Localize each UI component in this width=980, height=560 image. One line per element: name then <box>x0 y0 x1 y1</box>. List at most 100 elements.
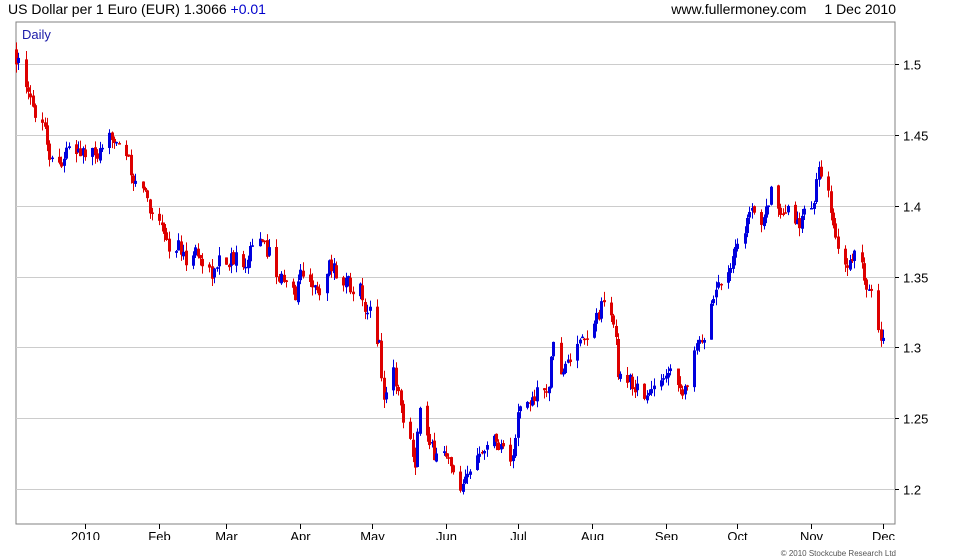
candle-down <box>199 255 202 259</box>
candle-down <box>149 199 152 214</box>
candle-down <box>631 376 634 390</box>
candle-down <box>41 119 44 123</box>
candle-up <box>280 273 283 284</box>
candle-down <box>225 257 228 265</box>
candle-up <box>729 267 732 273</box>
candle-up <box>593 323 596 338</box>
candle-up <box>715 289 718 298</box>
candle-down <box>820 166 823 177</box>
candle-down <box>830 191 833 213</box>
candle-down <box>877 290 880 331</box>
candle-down <box>335 265 338 279</box>
candle-up <box>392 367 395 391</box>
candle-down <box>318 288 321 296</box>
candle-up <box>483 450 486 454</box>
candle-up <box>600 301 603 319</box>
candle-down <box>560 342 563 375</box>
candle-down <box>863 263 866 281</box>
candle-up <box>552 341 555 357</box>
candle-down <box>29 93 32 98</box>
candle-down <box>412 439 415 457</box>
x-tick-label: Oct <box>727 529 748 540</box>
candle-down <box>111 132 114 141</box>
candle-up <box>182 251 185 257</box>
candle-up <box>268 247 271 256</box>
candle-up <box>853 250 856 261</box>
candle-up <box>297 281 300 303</box>
candle-up <box>108 132 111 148</box>
candle-down <box>777 185 780 209</box>
candle-down <box>586 338 589 340</box>
candle-up <box>519 406 522 412</box>
candle-down <box>376 306 379 345</box>
candle-up <box>717 282 720 288</box>
candle-up <box>564 363 567 374</box>
candle-down <box>626 374 629 383</box>
candle-up <box>579 339 582 344</box>
candle-up <box>882 337 885 342</box>
x-tick-label: Mar <box>215 529 238 540</box>
candle-up <box>710 303 713 340</box>
candle-down <box>27 87 30 92</box>
x-tick-label: Apr <box>290 529 311 540</box>
candle-down <box>569 359 572 363</box>
candle-up <box>366 312 369 315</box>
candle-down <box>643 383 646 399</box>
candle-down <box>428 433 431 446</box>
candle-up <box>801 215 804 229</box>
candle-up <box>813 203 816 209</box>
candle-up <box>249 246 252 262</box>
candle-down <box>798 218 801 229</box>
candle-down <box>760 212 763 225</box>
candle-up <box>767 205 770 208</box>
candle-down <box>130 154 133 176</box>
candle-up <box>849 260 852 270</box>
candle-up <box>65 147 68 159</box>
candle-up <box>299 269 302 281</box>
candle-down <box>545 391 548 393</box>
candle-up <box>748 211 751 218</box>
candle-down <box>784 212 787 214</box>
y-tick-label: 1.5 <box>903 58 921 73</box>
candle-up <box>667 372 670 378</box>
candle-down <box>865 279 868 290</box>
candle-up <box>684 385 687 395</box>
candle-up <box>464 476 467 484</box>
candle-up <box>17 57 20 63</box>
candle-down <box>837 236 840 249</box>
candle-down <box>681 389 684 396</box>
candle-up <box>115 141 118 144</box>
candle-up <box>99 148 102 161</box>
candle-up <box>646 395 649 401</box>
candle-down <box>452 465 455 473</box>
candle-down <box>118 143 121 145</box>
candle-up <box>653 385 656 390</box>
candle-up <box>636 383 639 391</box>
candle-up <box>763 217 766 227</box>
candle-up <box>619 373 622 379</box>
candle-up <box>326 273 329 294</box>
candle-up <box>385 392 388 400</box>
x-tick-label: Aug <box>581 529 604 540</box>
candle-down <box>445 453 448 457</box>
candle-down <box>844 248 847 265</box>
candle-up <box>476 455 479 470</box>
candle-down <box>846 265 849 268</box>
candle-down <box>679 384 682 389</box>
candle-down <box>151 212 154 214</box>
x-tick-label: Sep <box>655 529 678 540</box>
candle-up <box>244 266 247 269</box>
candle-down <box>96 153 99 159</box>
candle-down <box>60 162 63 167</box>
x-tick-label: Feb <box>148 529 170 540</box>
candle-down <box>46 125 49 145</box>
candle-up <box>803 208 806 215</box>
candle-up <box>746 217 749 234</box>
candlestick-chart: 1.2 1.25 1.3 1.35 1.4 1.45 1.5 2010 Feb Mar Apr May… <box>15 21 928 540</box>
candle-down <box>426 405 429 436</box>
candle-down <box>720 283 723 286</box>
candle-up <box>517 412 520 438</box>
candle-down <box>861 252 864 263</box>
candle-up <box>101 147 104 150</box>
candle-down <box>361 285 364 301</box>
